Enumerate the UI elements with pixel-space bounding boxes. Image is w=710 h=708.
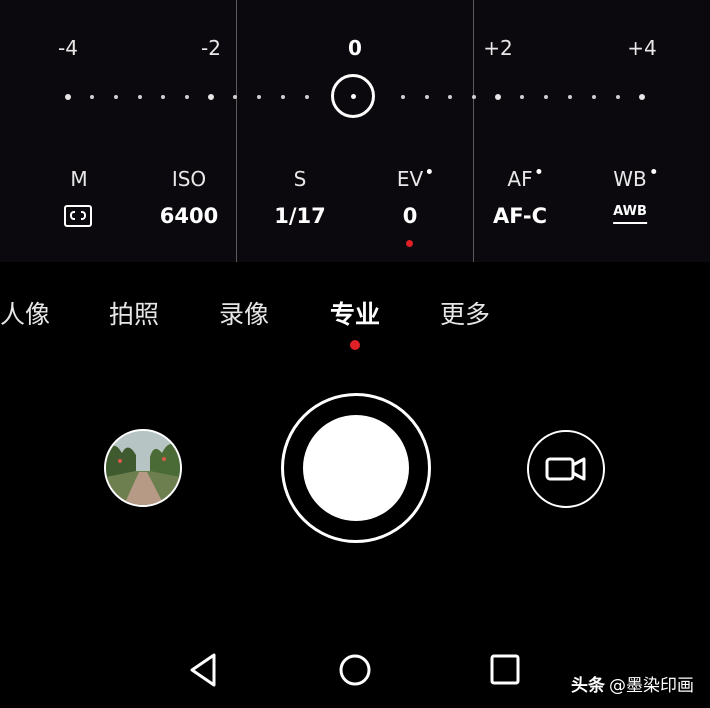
- ev-scale-minor-dot: [592, 95, 596, 99]
- video-record-button[interactable]: [527, 430, 605, 508]
- watermark-handle: @墨染印画: [609, 676, 694, 696]
- ev-scale-minor-dot: [90, 95, 94, 99]
- mode-tab-photo[interactable]: 拍照: [109, 295, 159, 331]
- ev-scale-minor-dot: [520, 95, 524, 99]
- ev-scale-label: +4: [627, 36, 657, 60]
- ev-scale-minor-dot: [281, 95, 285, 99]
- ev-scale-minor-dot: [472, 95, 476, 99]
- panel-divider: [473, 0, 474, 262]
- ev-scale-major-dot: [208, 94, 214, 100]
- thumbnail-photo-icon: [106, 431, 180, 505]
- ev-scale-minor-dot: [448, 95, 452, 99]
- shutter-button[interactable]: [303, 415, 409, 521]
- ev-scale-minor-dot: [568, 95, 572, 99]
- active-mode-indicator: [350, 340, 360, 350]
- mode-tab-video[interactable]: 录像: [219, 295, 269, 331]
- shutter-speed-value[interactable]: 1/17: [274, 204, 326, 228]
- recents-icon[interactable]: [488, 651, 522, 689]
- ev-scale-minor-dot: [233, 95, 237, 99]
- home-icon[interactable]: [337, 651, 373, 689]
- wb-label[interactable]: WB: [613, 167, 656, 191]
- ev-scale-minor-dot: [305, 95, 309, 99]
- ev-slider-knob[interactable]: [331, 74, 375, 118]
- ev-scale-minor-dot: [425, 95, 429, 99]
- ev-value[interactable]: 0: [403, 204, 418, 228]
- ev-scale-label: -2: [201, 36, 221, 60]
- ev-scale-minor-dot: [257, 95, 261, 99]
- awb-icon[interactable]: AWB: [613, 204, 647, 224]
- shutter-speed-label[interactable]: S: [294, 167, 307, 191]
- gallery-thumbnail[interactable]: [104, 429, 182, 507]
- ev-scale-minor-dot: [544, 95, 548, 99]
- ev-scale-minor-dot: [616, 95, 620, 99]
- panel-divider: [236, 0, 237, 262]
- metering-mode-label[interactable]: M: [70, 167, 87, 191]
- ev-scale-minor-dot: [185, 95, 189, 99]
- iso-label[interactable]: ISO: [172, 167, 206, 191]
- ev-scale-minor-dot: [401, 95, 405, 99]
- ev-scale-label: -4: [58, 36, 78, 60]
- back-icon[interactable]: [186, 651, 220, 689]
- matrix-metering-icon[interactable]: [64, 205, 92, 227]
- ev-scale-major-dot: [65, 94, 71, 100]
- ev-scale-label: +2: [483, 36, 513, 60]
- iso-value[interactable]: 6400: [160, 204, 218, 228]
- ev-label[interactable]: EV: [397, 167, 433, 191]
- watermark-logo: 头条: [571, 676, 605, 696]
- af-label[interactable]: AF: [507, 167, 542, 191]
- watermark: 头条 @墨染印画: [571, 671, 694, 696]
- ev-scale-major-dot: [639, 94, 645, 100]
- ev-selected-indicator: [406, 240, 413, 247]
- ev-scale-label: 0: [348, 36, 362, 60]
- ev-scale-minor-dot: [138, 95, 142, 99]
- ev-scale-major-dot: [495, 94, 501, 100]
- mode-tab-pro[interactable]: 专业: [330, 295, 380, 331]
- pro-settings-panel: -4 -2 0 +2 +4 M ISO S EV AF WB 6400 1/17…: [0, 0, 710, 262]
- mode-tab-portrait[interactable]: 人像: [0, 295, 50, 331]
- mode-tab-more[interactable]: 更多: [440, 295, 490, 331]
- ev-scale-minor-dot: [114, 95, 118, 99]
- video-camera-icon: [545, 457, 586, 481]
- af-value[interactable]: AF-C: [493, 204, 547, 228]
- ev-scale-minor-dot: [161, 95, 165, 99]
